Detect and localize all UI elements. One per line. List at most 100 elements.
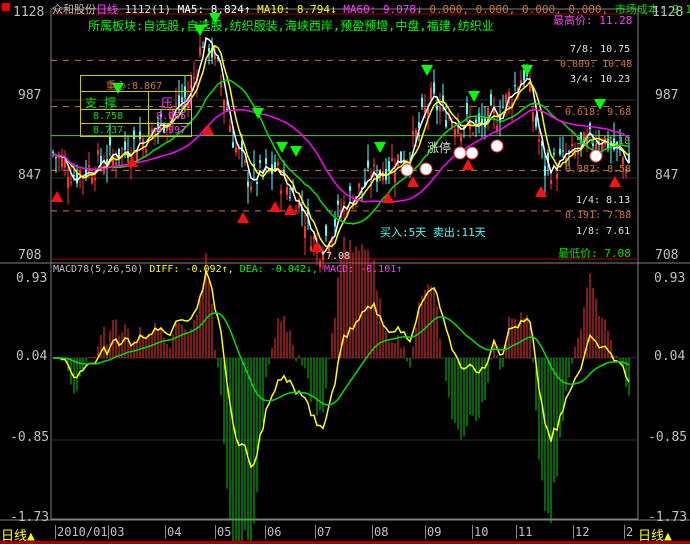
candle-body	[559, 148, 561, 155]
candle-body	[124, 141, 126, 151]
candle-body	[199, 46, 201, 55]
candle-body	[445, 120, 447, 127]
candle-body	[235, 147, 237, 153]
candle-body	[229, 125, 231, 133]
buy-signal-icon	[51, 191, 63, 202]
macd-axis-right-1: 0.04	[654, 349, 686, 364]
ma10-value: MA10: 8.794↓	[257, 3, 337, 16]
macd-value: MACD: -0.101↑	[323, 264, 403, 275]
candle-body	[538, 139, 540, 142]
level-0809: 0.809: 10.48	[560, 59, 633, 70]
candle-body	[286, 186, 288, 195]
price-axis-left-0: 1128	[13, 5, 45, 20]
candle-body	[310, 246, 312, 251]
candle-body	[325, 225, 327, 236]
buy-signal-icon	[311, 241, 323, 252]
candle-body	[373, 164, 375, 167]
candle-body	[280, 190, 282, 194]
buy-signal-icon	[269, 201, 281, 212]
candle-body	[412, 130, 414, 136]
sell-signal-icon	[374, 142, 386, 153]
candle-body	[349, 186, 351, 191]
price-axis-right-2: 847	[655, 168, 679, 183]
level-0618: 0.618: 9.68	[565, 107, 632, 118]
sell-signal-icon	[276, 142, 288, 153]
candle-body	[421, 97, 423, 107]
candle-body	[265, 158, 267, 164]
macd-axis-left-1: 0.04	[16, 349, 48, 364]
month-label: 07	[315, 525, 332, 539]
candle-body	[94, 178, 96, 181]
candle-body	[121, 148, 123, 150]
month-label: 09	[425, 525, 442, 539]
smiley-icon	[465, 146, 479, 160]
pressure-value-2: 8.997	[156, 125, 187, 136]
candle-body	[544, 165, 546, 176]
candle-body	[256, 182, 258, 184]
macd-header: MACD78(5,26,50) DIFF: -0.092↑, DEA: -0.0…	[53, 264, 402, 275]
candle-body	[247, 181, 249, 187]
pressure-value-1: 8.965	[156, 111, 187, 122]
candle-body	[391, 158, 393, 161]
candle-body	[88, 165, 90, 168]
price-axis-left-1: 987	[18, 88, 42, 103]
month-label: 04	[165, 525, 182, 539]
level-7-8: 7/8: 10.75	[570, 44, 631, 55]
candle-body	[439, 106, 441, 112]
price-axis-right-3: 708	[655, 248, 679, 263]
smiley-icon	[589, 149, 603, 163]
dea-value: DEA: -0.042↓,	[239, 264, 318, 275]
candle-body	[472, 133, 474, 135]
macd-title: MACD78(5,26,50)	[53, 264, 144, 275]
buy-sell-days: 买入:5天 卖出:11天	[380, 226, 486, 239]
candle-body	[70, 181, 72, 184]
smiley-icon	[453, 146, 467, 160]
support-value-1: 8.758	[93, 111, 124, 122]
candle-body	[97, 150, 99, 155]
center-of-gravity: 重心:8.867	[106, 81, 163, 92]
candle-body	[259, 160, 261, 163]
candle-body	[352, 207, 354, 209]
candle-body	[343, 202, 345, 204]
buy-signal-icon	[237, 212, 249, 223]
support-pressure-box: 重心:8.867 支 撑 压 力 8.758 8.737 8.965 8.997	[80, 75, 192, 137]
candle-body	[115, 162, 117, 165]
candle-body	[295, 212, 297, 214]
candle-body	[571, 143, 573, 146]
price-axis-right-1: 987	[655, 88, 679, 103]
level-1-4: 1/4: 8.13	[576, 195, 631, 206]
candle-body	[394, 171, 396, 183]
candle-body	[334, 219, 336, 227]
stock-code: 1112(1)	[124, 3, 171, 16]
macd-axis-right-2: -0.85	[648, 430, 688, 445]
month-label: 10	[472, 525, 489, 539]
level-0191: 0.191: 7.88	[565, 210, 632, 221]
candle-body	[550, 180, 552, 184]
support-value-2: 8.737	[93, 125, 124, 136]
macd-axis-right-3: -1.73	[648, 510, 688, 525]
price-axis-left-2: 847	[18, 168, 42, 183]
month-label: 12	[573, 525, 590, 539]
support-label: 支 撑	[85, 96, 117, 110]
candle-body	[475, 119, 477, 124]
ma5-value: MA5: 8.824↑	[177, 3, 251, 16]
candle-body	[61, 157, 63, 168]
sell-signal-icon	[421, 65, 433, 76]
buy-signal-icon	[462, 159, 474, 170]
candle-body	[436, 105, 438, 111]
candle-body	[250, 186, 252, 191]
candle-body	[505, 94, 507, 103]
macd-axis-right-0: 0.93	[654, 271, 686, 286]
candle-body	[304, 226, 306, 238]
month-label: 06	[265, 525, 282, 539]
candle-body	[514, 85, 516, 87]
candle-body	[91, 177, 93, 184]
candle-body	[226, 108, 228, 111]
period-label: 日线	[96, 3, 118, 16]
limit-up-label: 涨停	[427, 141, 452, 155]
candle-body	[223, 99, 225, 111]
level-0382: 0.382: 8.58	[565, 164, 632, 175]
level-1-8: 1/8: 7.61	[576, 226, 631, 237]
level-50: 50%: 9.18	[576, 136, 631, 147]
diff-value: DIFF: -0.092↑,	[149, 264, 234, 275]
